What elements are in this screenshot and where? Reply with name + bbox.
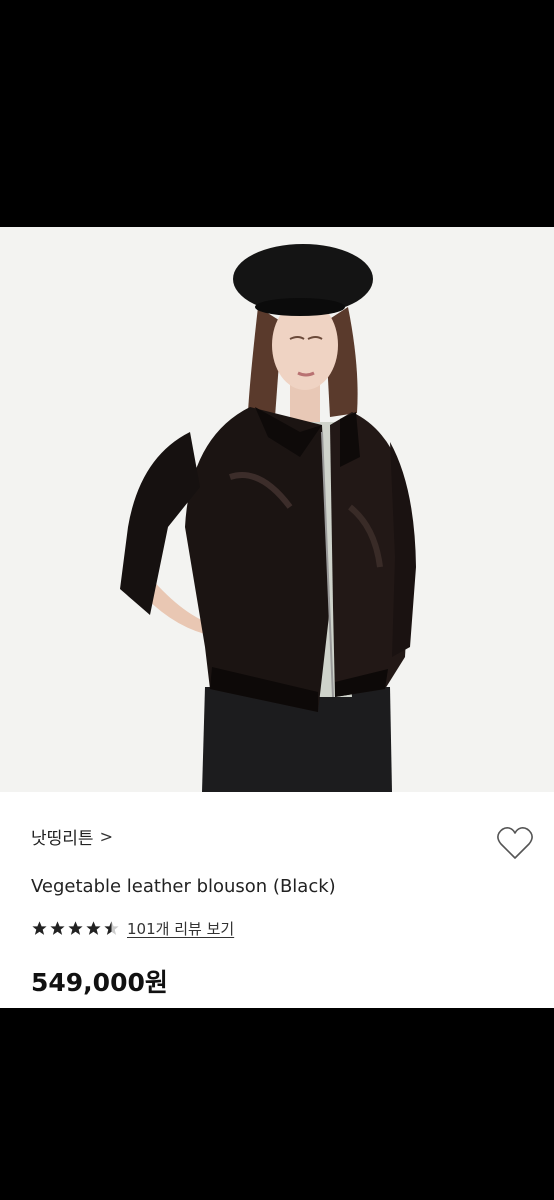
product-title: Vegetable leather blouson (Black) (31, 876, 336, 897)
top-black-bar (0, 0, 554, 227)
model-illustration (0, 227, 554, 792)
star-icon (50, 921, 65, 935)
product-price: 549,000원 (31, 968, 168, 997)
heart-icon[interactable] (496, 825, 534, 861)
star-half-icon (104, 921, 119, 935)
product-image[interactable] (0, 227, 554, 792)
brand-link[interactable]: 낫띵리튼 > (31, 824, 113, 849)
star-icon (86, 921, 101, 935)
bottom-black-bar (0, 1008, 554, 1200)
star-icon (68, 921, 83, 935)
product-info-panel: 낫띵리튼 > Vegetable leather blouson (Black)… (0, 792, 554, 1008)
chevron-right-icon: > (99, 827, 113, 846)
star-icon (32, 921, 47, 935)
brand-name: 낫띵리튼 (31, 829, 94, 849)
rating-row: 101개 리뷰 보기 (31, 918, 234, 939)
star-rating (31, 920, 120, 937)
review-link[interactable]: 101개 리뷰 보기 (127, 918, 234, 939)
